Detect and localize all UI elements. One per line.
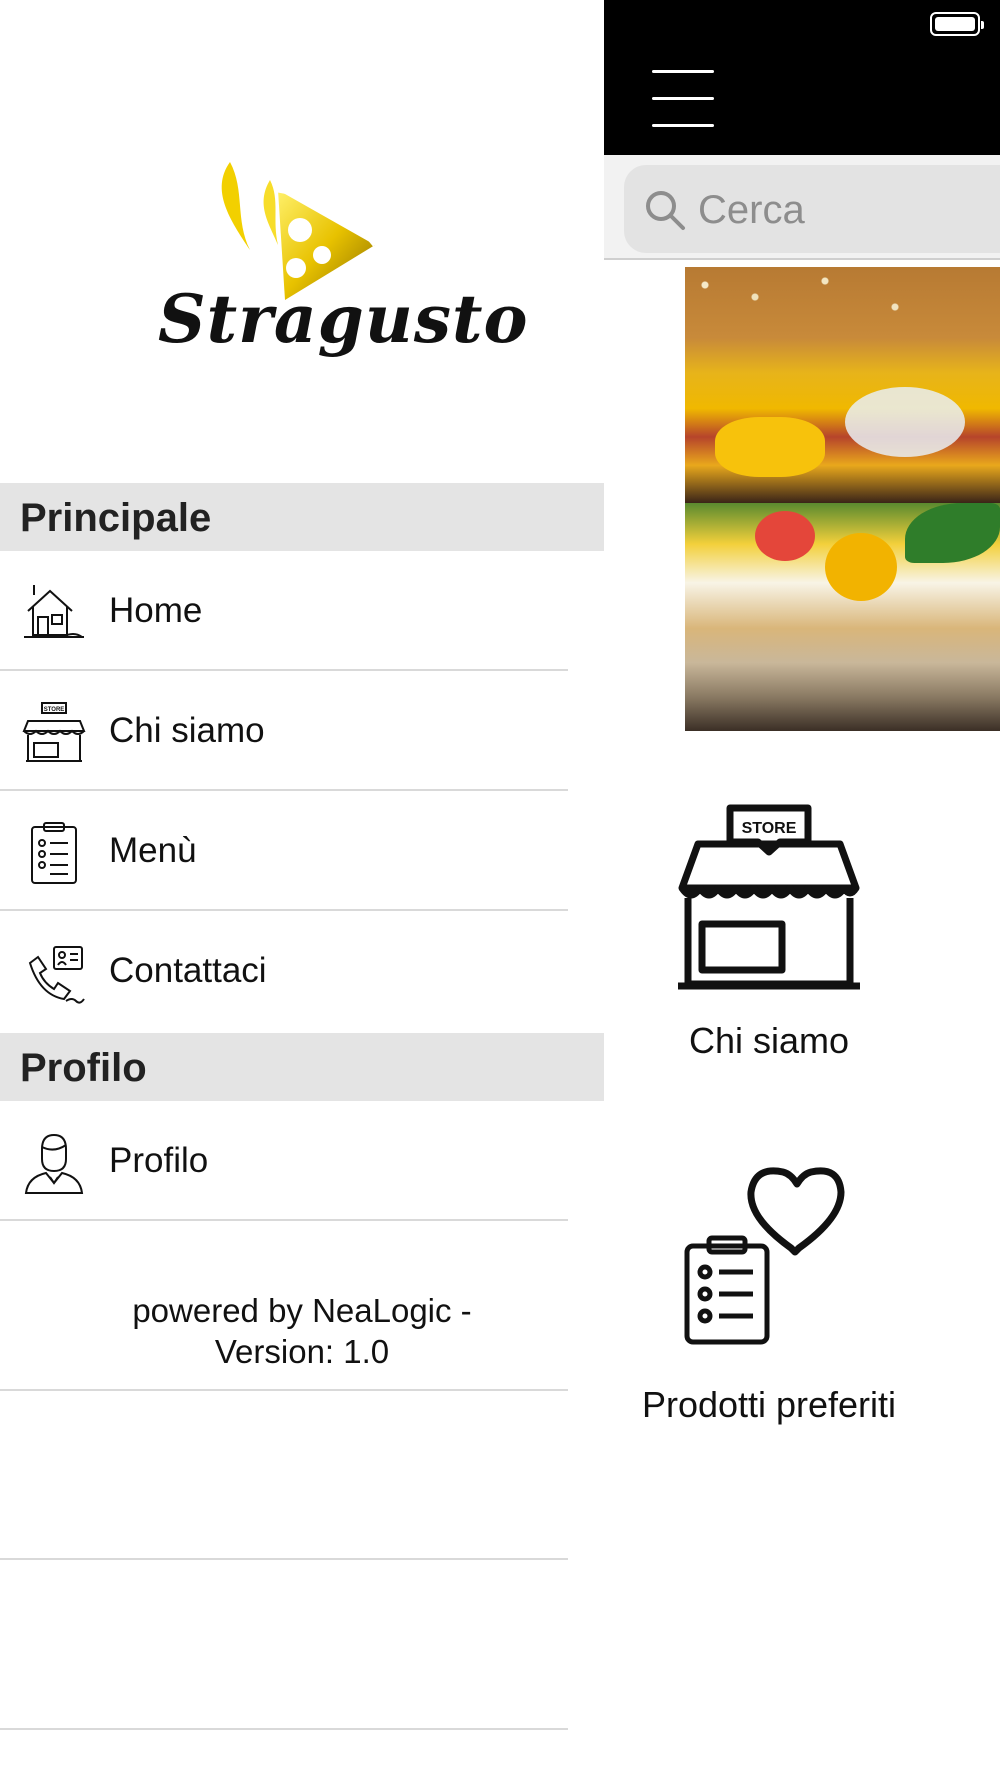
battery-icon (930, 12, 984, 36)
divider (0, 1389, 568, 1391)
svg-text:STORE: STORE (742, 820, 797, 837)
powered-by-footer: powered by NeaLogic - Version: 1.0 (0, 1290, 604, 1372)
version-text: Version: 1.0 (214, 1333, 390, 1370)
user-icon (24, 1133, 84, 1194)
section-header-profilo: Profilo (0, 1033, 604, 1101)
drawer-item-menu[interactable]: Menù (0, 791, 604, 911)
drawer-item-home[interactable]: Home (0, 551, 604, 671)
brand-logo: Stragusto (150, 150, 528, 380)
drawer-item-contattaci[interactable]: Contattaci (0, 911, 604, 1031)
hamburger-menu-icon[interactable] (652, 66, 714, 132)
section-header-principale: Principale (0, 483, 604, 551)
divider (0, 1728, 568, 1730)
drawer-item-label: Profilo (109, 1141, 209, 1180)
store-icon: STORE (22, 702, 86, 762)
search-box[interactable] (624, 165, 1000, 253)
section-title: Profilo (20, 1046, 147, 1090)
banner-image-focaccia (685, 503, 1000, 731)
search-bar (604, 155, 1000, 260)
drawer-item-profilo[interactable]: Profilo (0, 1101, 604, 1221)
contact-phone-icon (28, 946, 85, 1004)
banner-image-burger (685, 267, 1000, 503)
divider (0, 1558, 568, 1560)
clipboard-list-icon (31, 822, 77, 884)
brand-logo-text: Stragusto (158, 280, 529, 358)
tile-chi-siamo[interactable]: STORE Chi siamo (604, 790, 964, 1070)
section-title: Principale (20, 496, 212, 540)
store-icon: STORE (678, 804, 860, 990)
svg-text:STORE: STORE (44, 707, 65, 713)
drawer-item-label: Chi siamo (109, 711, 265, 750)
drawer-item-chi-siamo[interactable]: STORE Chi siamo (0, 671, 604, 791)
tile-label: Prodotti preferiti (641, 1384, 897, 1425)
drawer-item-label: Home (109, 591, 203, 630)
drawer-item-label: Contattaci (109, 951, 267, 990)
favorites-clipboard-heart-icon (684, 1167, 845, 1345)
search-input[interactable] (698, 181, 998, 239)
powered-by-text: powered by NeaLogic - (132, 1292, 472, 1329)
navigation-drawer: Stragusto Principale Home STORE Chi siam… (0, 0, 604, 1778)
tile-prodotti-preferiti[interactable]: Prodotti preferiti (604, 1158, 964, 1438)
tile-label: Chi siamo (688, 1020, 850, 1061)
search-icon (646, 191, 685, 230)
drawer-item-label: Menù (109, 831, 197, 870)
house-icon (24, 585, 84, 638)
main-content: STORE Chi siamo Prodotti preferiti (604, 0, 1000, 1778)
divider (0, 1219, 568, 1221)
top-app-bar (604, 0, 1000, 155)
